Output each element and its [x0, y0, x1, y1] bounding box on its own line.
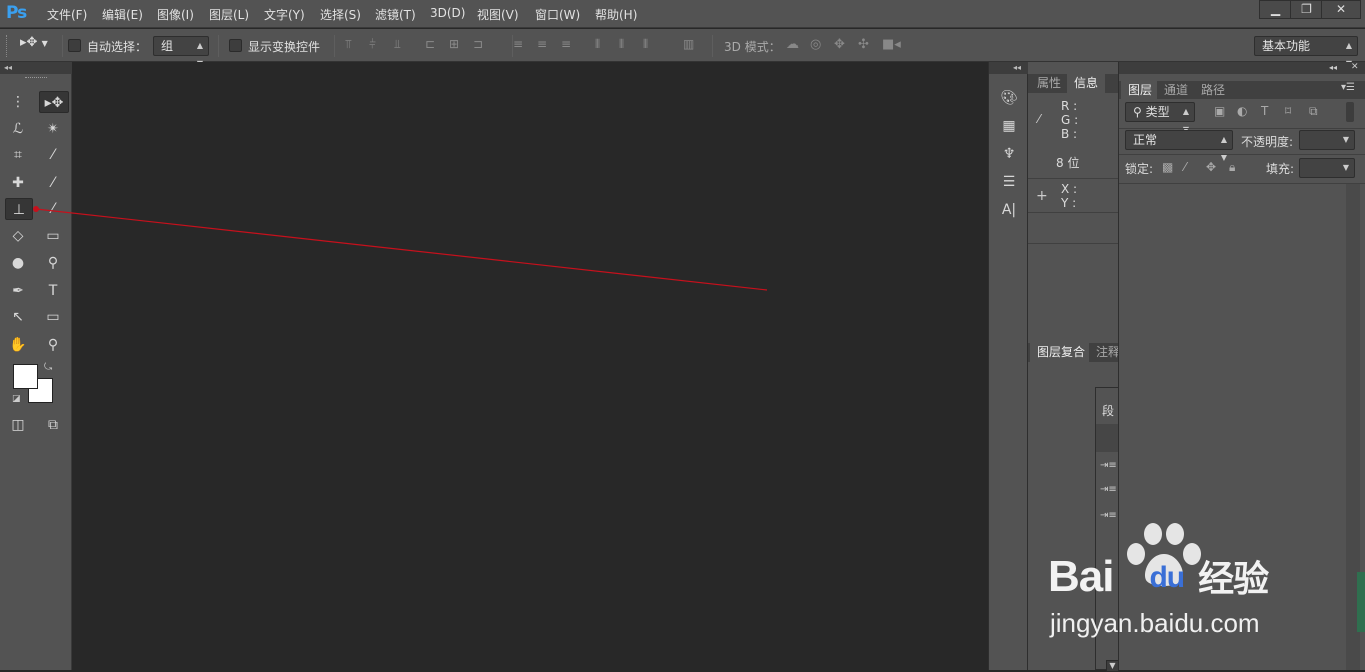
collapsed-panels-strip: ◂◂ 🎨︎ ▦ ♆ ☰ A|: [988, 62, 1029, 670]
filter-smart-object-icon[interactable]: ⧉: [1309, 104, 1318, 119]
scrollbar-edge: [1357, 572, 1365, 632]
filter-toggle[interactable]: [1346, 102, 1354, 122]
baidu-brand: Bai du 经验: [1048, 552, 1269, 601]
divider: [1028, 212, 1118, 213]
lock-image-icon[interactable]: ⁄: [1184, 160, 1186, 174]
info-x: X :: [1061, 182, 1078, 196]
fill-input[interactable]: ▼: [1299, 158, 1355, 178]
fill-label: 填充:: [1266, 162, 1295, 176]
divider: [1119, 128, 1365, 129]
eyedropper-icon: ⁄: [1038, 112, 1041, 126]
divider: [1119, 154, 1365, 155]
filter-pixel-icon[interactable]: ▣: [1214, 104, 1225, 118]
tab-info[interactable]: 信息: [1067, 74, 1106, 93]
panel-menu-icon[interactable]: ▾☰: [1341, 82, 1355, 93]
info-y: Y :: [1061, 196, 1077, 210]
baidu-watermark: Bai du 经验 jingyan.baidu.com: [1040, 520, 1340, 650]
expand-icon[interactable]: ◂◂: [989, 62, 1029, 74]
filter-shape-icon[interactable]: ⌑: [1285, 104, 1291, 118]
opacity-input[interactable]: ▼: [1299, 130, 1355, 150]
divider: [1119, 183, 1365, 184]
lock-label: 锁定:: [1125, 162, 1154, 176]
filter-type-dropdown[interactable]: ⚲ 类型▲▼: [1125, 102, 1195, 134]
lock-transparent-icon[interactable]: ▩: [1162, 160, 1173, 174]
lock-position-icon[interactable]: ✥: [1206, 160, 1216, 174]
info-b: B :: [1061, 127, 1078, 141]
panel-header: ◂◂ ✕: [1119, 62, 1365, 74]
tab-layer-comps[interactable]: 图层复合: [1030, 343, 1093, 362]
tab-channels[interactable]: 通道: [1157, 81, 1196, 99]
palette-icon[interactable]: 🎨︎: [998, 88, 1020, 108]
collapse-icon[interactable]: ◂◂: [1329, 63, 1337, 72]
info-bits: 8 位: [1056, 156, 1080, 170]
chevron-down-icon: ▼: [1342, 163, 1349, 172]
filter-adjustment-icon[interactable]: ◐: [1237, 104, 1247, 118]
swatches-icon[interactable]: ▦: [998, 116, 1020, 136]
info-r: R :: [1061, 99, 1078, 113]
updown-icon: ▲▼: [1220, 135, 1227, 162]
indent-first-icon[interactable]: ⇥≡: [1100, 484, 1117, 495]
adjustments-icon[interactable]: ☰: [998, 172, 1020, 192]
blend-mode-dropdown[interactable]: 正常 ▲ ▼: [1125, 130, 1233, 162]
panel-band: [1096, 424, 1119, 452]
tab-layers[interactable]: 图层: [1121, 81, 1160, 99]
character-icon[interactable]: A|: [998, 200, 1020, 220]
chevron-down-icon: ▼: [1342, 135, 1349, 144]
close-panel-icon[interactable]: ✕: [1351, 62, 1359, 72]
tab-paths[interactable]: 路径: [1194, 81, 1233, 99]
crosshair-icon: +: [1036, 188, 1048, 204]
info-g: G :: [1061, 113, 1079, 127]
indent-left-icon[interactable]: ⇥≡: [1100, 460, 1117, 471]
brush-presets-icon[interactable]: ♆: [998, 144, 1020, 164]
baidu-url: jingyan.baidu.com: [1050, 608, 1260, 638]
opacity-label: 不透明度:: [1241, 135, 1294, 149]
tab-properties[interactable]: 属性: [1030, 74, 1069, 93]
search-icon: ⚲: [1133, 105, 1146, 119]
lock-all-icon[interactable]: 🔒︎: [1229, 160, 1235, 175]
divider: [1028, 178, 1118, 179]
filter-type-icon[interactable]: T: [1261, 104, 1268, 118]
tab-paragraph[interactable]: 段: [1102, 402, 1114, 419]
divider: [1028, 243, 1118, 244]
